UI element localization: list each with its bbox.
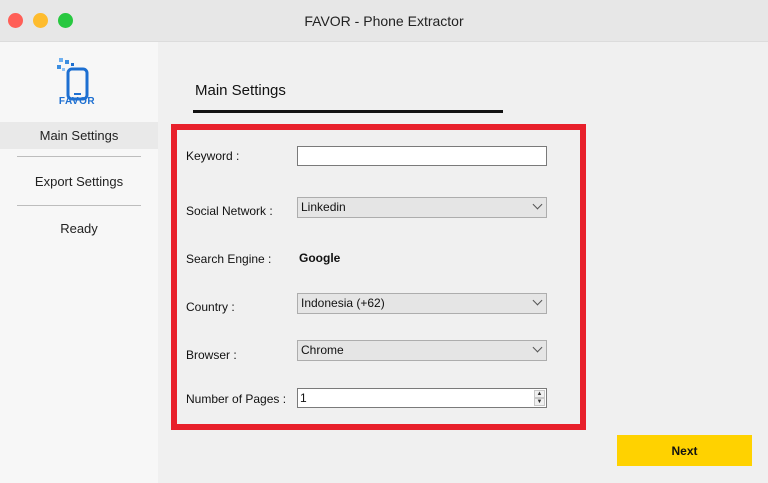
chevron-down-icon [532, 295, 543, 306]
page-title: Main Settings [195, 82, 286, 99]
stepper-up-button[interactable]: ▲ [534, 390, 545, 398]
browser-value: Chrome [301, 343, 344, 357]
next-button[interactable]: Next [617, 435, 752, 466]
country-value: Indonesia (+62) [301, 296, 385, 310]
country-label: Country : [186, 300, 235, 314]
chevron-down-icon [532, 342, 543, 353]
sidebar-item-export-settings[interactable]: Export Settings [0, 174, 158, 189]
pages-value: 1 [300, 391, 307, 405]
country-select[interactable]: Indonesia (+62) [297, 293, 547, 314]
social-network-select[interactable]: Linkedin [297, 197, 547, 218]
social-network-label: Social Network : [186, 204, 273, 218]
keyword-input[interactable] [297, 146, 547, 166]
browser-label: Browser : [186, 348, 237, 362]
logo-text: FAVOR [58, 96, 96, 107]
stepper-buttons: ▲ ▼ [534, 390, 545, 406]
search-engine-label: Search Engine : [186, 252, 272, 266]
sidebar-divider [17, 156, 141, 157]
main-panel: Main Settings Keyword : Social Network :… [158, 42, 768, 483]
chevron-down-icon [532, 199, 543, 210]
sidebar-item-ready[interactable]: Ready [0, 221, 158, 236]
pages-label: Number of Pages : [186, 392, 287, 406]
sidebar-divider [17, 205, 141, 206]
title-bar: FAVOR - Phone Extractor [0, 0, 768, 42]
keyword-label: Keyword : [186, 149, 240, 163]
social-network-value: Linkedin [301, 200, 346, 214]
pages-stepper[interactable]: 1 ▲ ▼ [297, 388, 547, 408]
browser-select[interactable]: Chrome [297, 340, 547, 361]
title-underline [193, 110, 503, 113]
sidebar: FAVOR Main Settings Export Settings Read… [0, 42, 158, 483]
window-title: FAVOR - Phone Extractor [304, 13, 464, 29]
search-engine-value: Google [299, 251, 341, 265]
settings-highlight-box [171, 124, 586, 430]
stepper-down-button[interactable]: ▼ [534, 398, 545, 406]
sidebar-item-main-settings[interactable]: Main Settings [0, 122, 158, 149]
